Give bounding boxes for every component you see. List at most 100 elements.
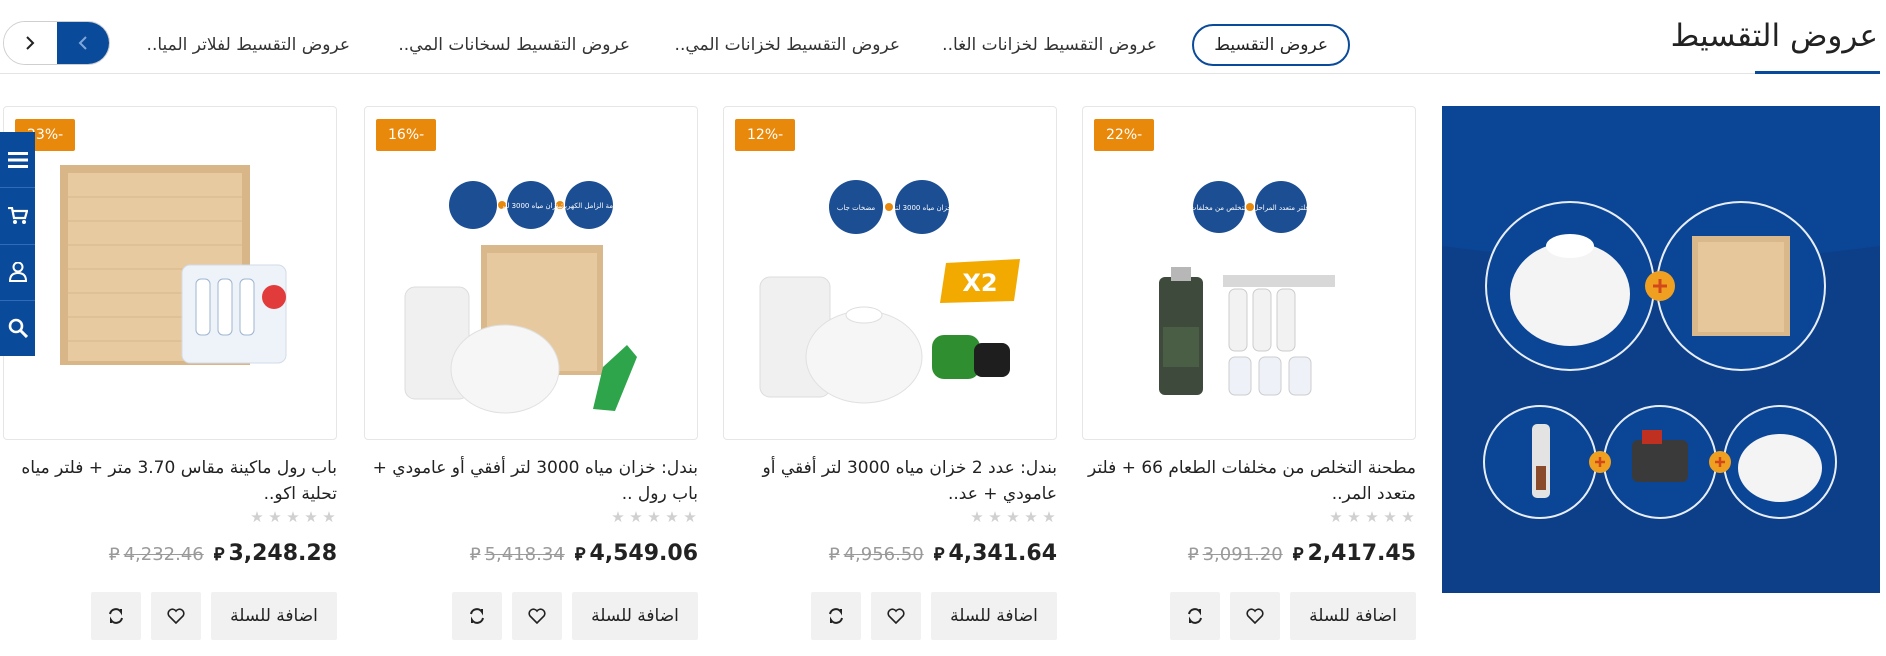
svg-text:خزان مياه 3000 لتر: خزان مياه 3000 لتر	[891, 204, 952, 212]
header-accent-line	[1755, 71, 1880, 74]
price-row: ⃁ 4,232.46 ⃁ 3,248.28	[3, 541, 337, 566]
star-icon: ★	[665, 508, 679, 526]
star-icon: ★	[268, 508, 282, 526]
star-icon: ★	[1329, 508, 1343, 526]
tab-water-tanks[interactable]: عروض التقسيط لخزانات المي..	[675, 24, 900, 66]
add-to-cart-button[interactable]: اضافة للسلة	[211, 592, 337, 640]
discount-badge: 22%-	[1094, 119, 1155, 151]
compare-button[interactable]	[91, 592, 141, 640]
list-icon	[7, 151, 28, 168]
side-cart-button[interactable]	[0, 188, 35, 245]
header-divider	[0, 73, 1880, 74]
current-price: ⃁ 4,341.64	[933, 541, 1057, 566]
compare-button[interactable]	[452, 592, 502, 640]
search-icon	[8, 319, 28, 339]
old-price: ⃁ 5,418.34	[469, 544, 565, 565]
price-row: ⃁ 5,418.34 ⃁ 4,549.06	[364, 541, 698, 566]
tab-installment-offers[interactable]: عروض التقسيط	[1192, 24, 1350, 66]
star-icon: ★	[683, 508, 697, 526]
cart-icon	[7, 206, 28, 224]
current-price: ⃁ 2,417.45	[1292, 541, 1416, 566]
product-image	[60, 165, 287, 365]
wishlist-button[interactable]	[871, 592, 921, 640]
product-card-1[interactable]: 22%- مطحنة التخلص من مخلفات الطعام فلتر …	[1082, 106, 1416, 440]
star-icon: ★	[286, 508, 300, 526]
current-price: ⃁ 3,248.28	[213, 541, 337, 566]
side-account-button[interactable]	[0, 245, 35, 301]
rating-stars: ★ ★ ★ ★ ★	[723, 509, 1057, 525]
star-icon: ★	[304, 508, 318, 526]
heart-icon	[167, 608, 185, 624]
current-price: ⃁ 4,549.06	[574, 541, 698, 566]
carousel-prev-button[interactable]	[56, 22, 109, 64]
wishlist-button[interactable]	[512, 592, 562, 640]
product-card-4[interactable]: 23%-	[3, 106, 337, 440]
section-title: عروض التقسيط	[1670, 18, 1878, 54]
promo-banner[interactable]	[1442, 106, 1880, 593]
product-image: مضخات جاب خزان مياه 3000 لتر X2	[759, 180, 1020, 404]
product-actions: اضافة للسلة	[3, 592, 337, 640]
product-card-3[interactable]: 16%- خزان مياه 3000 لتر عوامة الزامل الك…	[364, 106, 698, 440]
old-price: ⃁ 4,956.50	[828, 544, 924, 565]
side-search-button[interactable]	[0, 301, 35, 356]
currency-symbol: ⃁	[469, 544, 481, 565]
heart-icon	[1246, 608, 1264, 624]
currency-symbol: ⃁	[574, 544, 586, 565]
discount-badge: 16%-	[376, 119, 437, 151]
discount-badge: 12%-	[735, 119, 796, 151]
svg-text:فلتر متعدد المراحل: فلتر متعدد المراحل	[1253, 204, 1309, 212]
rating-stars: ★ ★ ★ ★ ★	[364, 509, 698, 525]
star-icon: ★	[629, 508, 643, 526]
product-title[interactable]: مطحنة التخلص من مخلفات الطعام 66 + فلتر …	[1082, 455, 1416, 507]
refresh-icon	[1188, 608, 1202, 624]
svg-text:مضخات جاب: مضخات جاب	[837, 204, 876, 212]
rating-stars: ★ ★ ★ ★ ★	[1082, 509, 1416, 525]
tab-water-heaters[interactable]: عروض التقسيط لسخانات المي..	[398, 24, 630, 66]
product-actions: اضافة للسلة	[1082, 592, 1416, 640]
price-row: ⃁ 4,956.50 ⃁ 4,341.64	[723, 541, 1057, 566]
currency-symbol: ⃁	[828, 544, 840, 565]
wishlist-button[interactable]	[151, 592, 201, 640]
product-actions: اضافة للسلة	[723, 592, 1057, 640]
product-title[interactable]: باب رول ماكينة مقاس 3.70 متر + فلتر مياه…	[3, 455, 337, 507]
product-title[interactable]: بندل: خزان مياه 3000 لتر أفقي أو عامودي …	[364, 455, 698, 507]
chevron-right-icon	[26, 36, 35, 50]
star-icon: ★	[1024, 508, 1038, 526]
currency-symbol: ⃁	[1187, 544, 1199, 565]
product-title[interactable]: بندل: عدد 2 خزان مياه 3000 لتر أفقي أو ع…	[723, 455, 1058, 507]
product-actions: اضافة للسلة	[364, 592, 698, 640]
wishlist-button[interactable]	[1230, 592, 1280, 640]
side-menu-button[interactable]	[0, 132, 35, 189]
currency-symbol: ⃁	[1292, 544, 1304, 565]
currency-symbol: ⃁	[108, 544, 120, 565]
star-icon: ★	[647, 508, 661, 526]
currency-symbol: ⃁	[933, 544, 945, 565]
star-icon: ★	[1383, 508, 1397, 526]
promo-banner-art	[1442, 201, 1880, 593]
star-icon: ★	[322, 508, 336, 526]
add-to-cart-button[interactable]: اضافة للسلة	[931, 592, 1057, 640]
tab-gas-tanks[interactable]: عروض التقسيط لخزانات الغا..	[942, 24, 1157, 66]
svg-text:خزان مياه 3000 لتر: خزان مياه 3000 لتر	[500, 202, 561, 210]
side-toolbar	[0, 132, 35, 356]
chevron-left-icon	[78, 36, 87, 50]
star-icon: ★	[611, 508, 625, 526]
refresh-icon	[829, 608, 843, 624]
old-price: ⃁ 3,091.20	[1187, 544, 1283, 565]
old-price: ⃁ 4,232.46	[108, 544, 204, 565]
tab-water-filters[interactable]: عروض التقسيط لفلاتر الميا..	[147, 24, 350, 66]
compare-button[interactable]	[1170, 592, 1220, 640]
carousel-nav	[3, 21, 110, 65]
refresh-icon	[470, 608, 484, 624]
product-card-2[interactable]: 12%- مضخات جاب خزان مياه 3000 لتر X2	[723, 106, 1057, 440]
product-image: مطحنة التخلص من مخلفات الطعام فلتر متعدد…	[1159, 181, 1335, 396]
heart-icon	[528, 608, 546, 624]
compare-button[interactable]	[811, 592, 861, 640]
add-to-cart-button[interactable]: اضافة للسلة	[572, 592, 698, 640]
carousel-next-button[interactable]	[4, 22, 57, 64]
rating-stars: ★ ★ ★ ★ ★	[3, 509, 337, 525]
add-to-cart-button[interactable]: اضافة للسلة	[1290, 592, 1416, 640]
star-icon: ★	[1401, 508, 1415, 526]
star-icon: ★	[970, 508, 984, 526]
currency-symbol: ⃁	[213, 544, 225, 565]
